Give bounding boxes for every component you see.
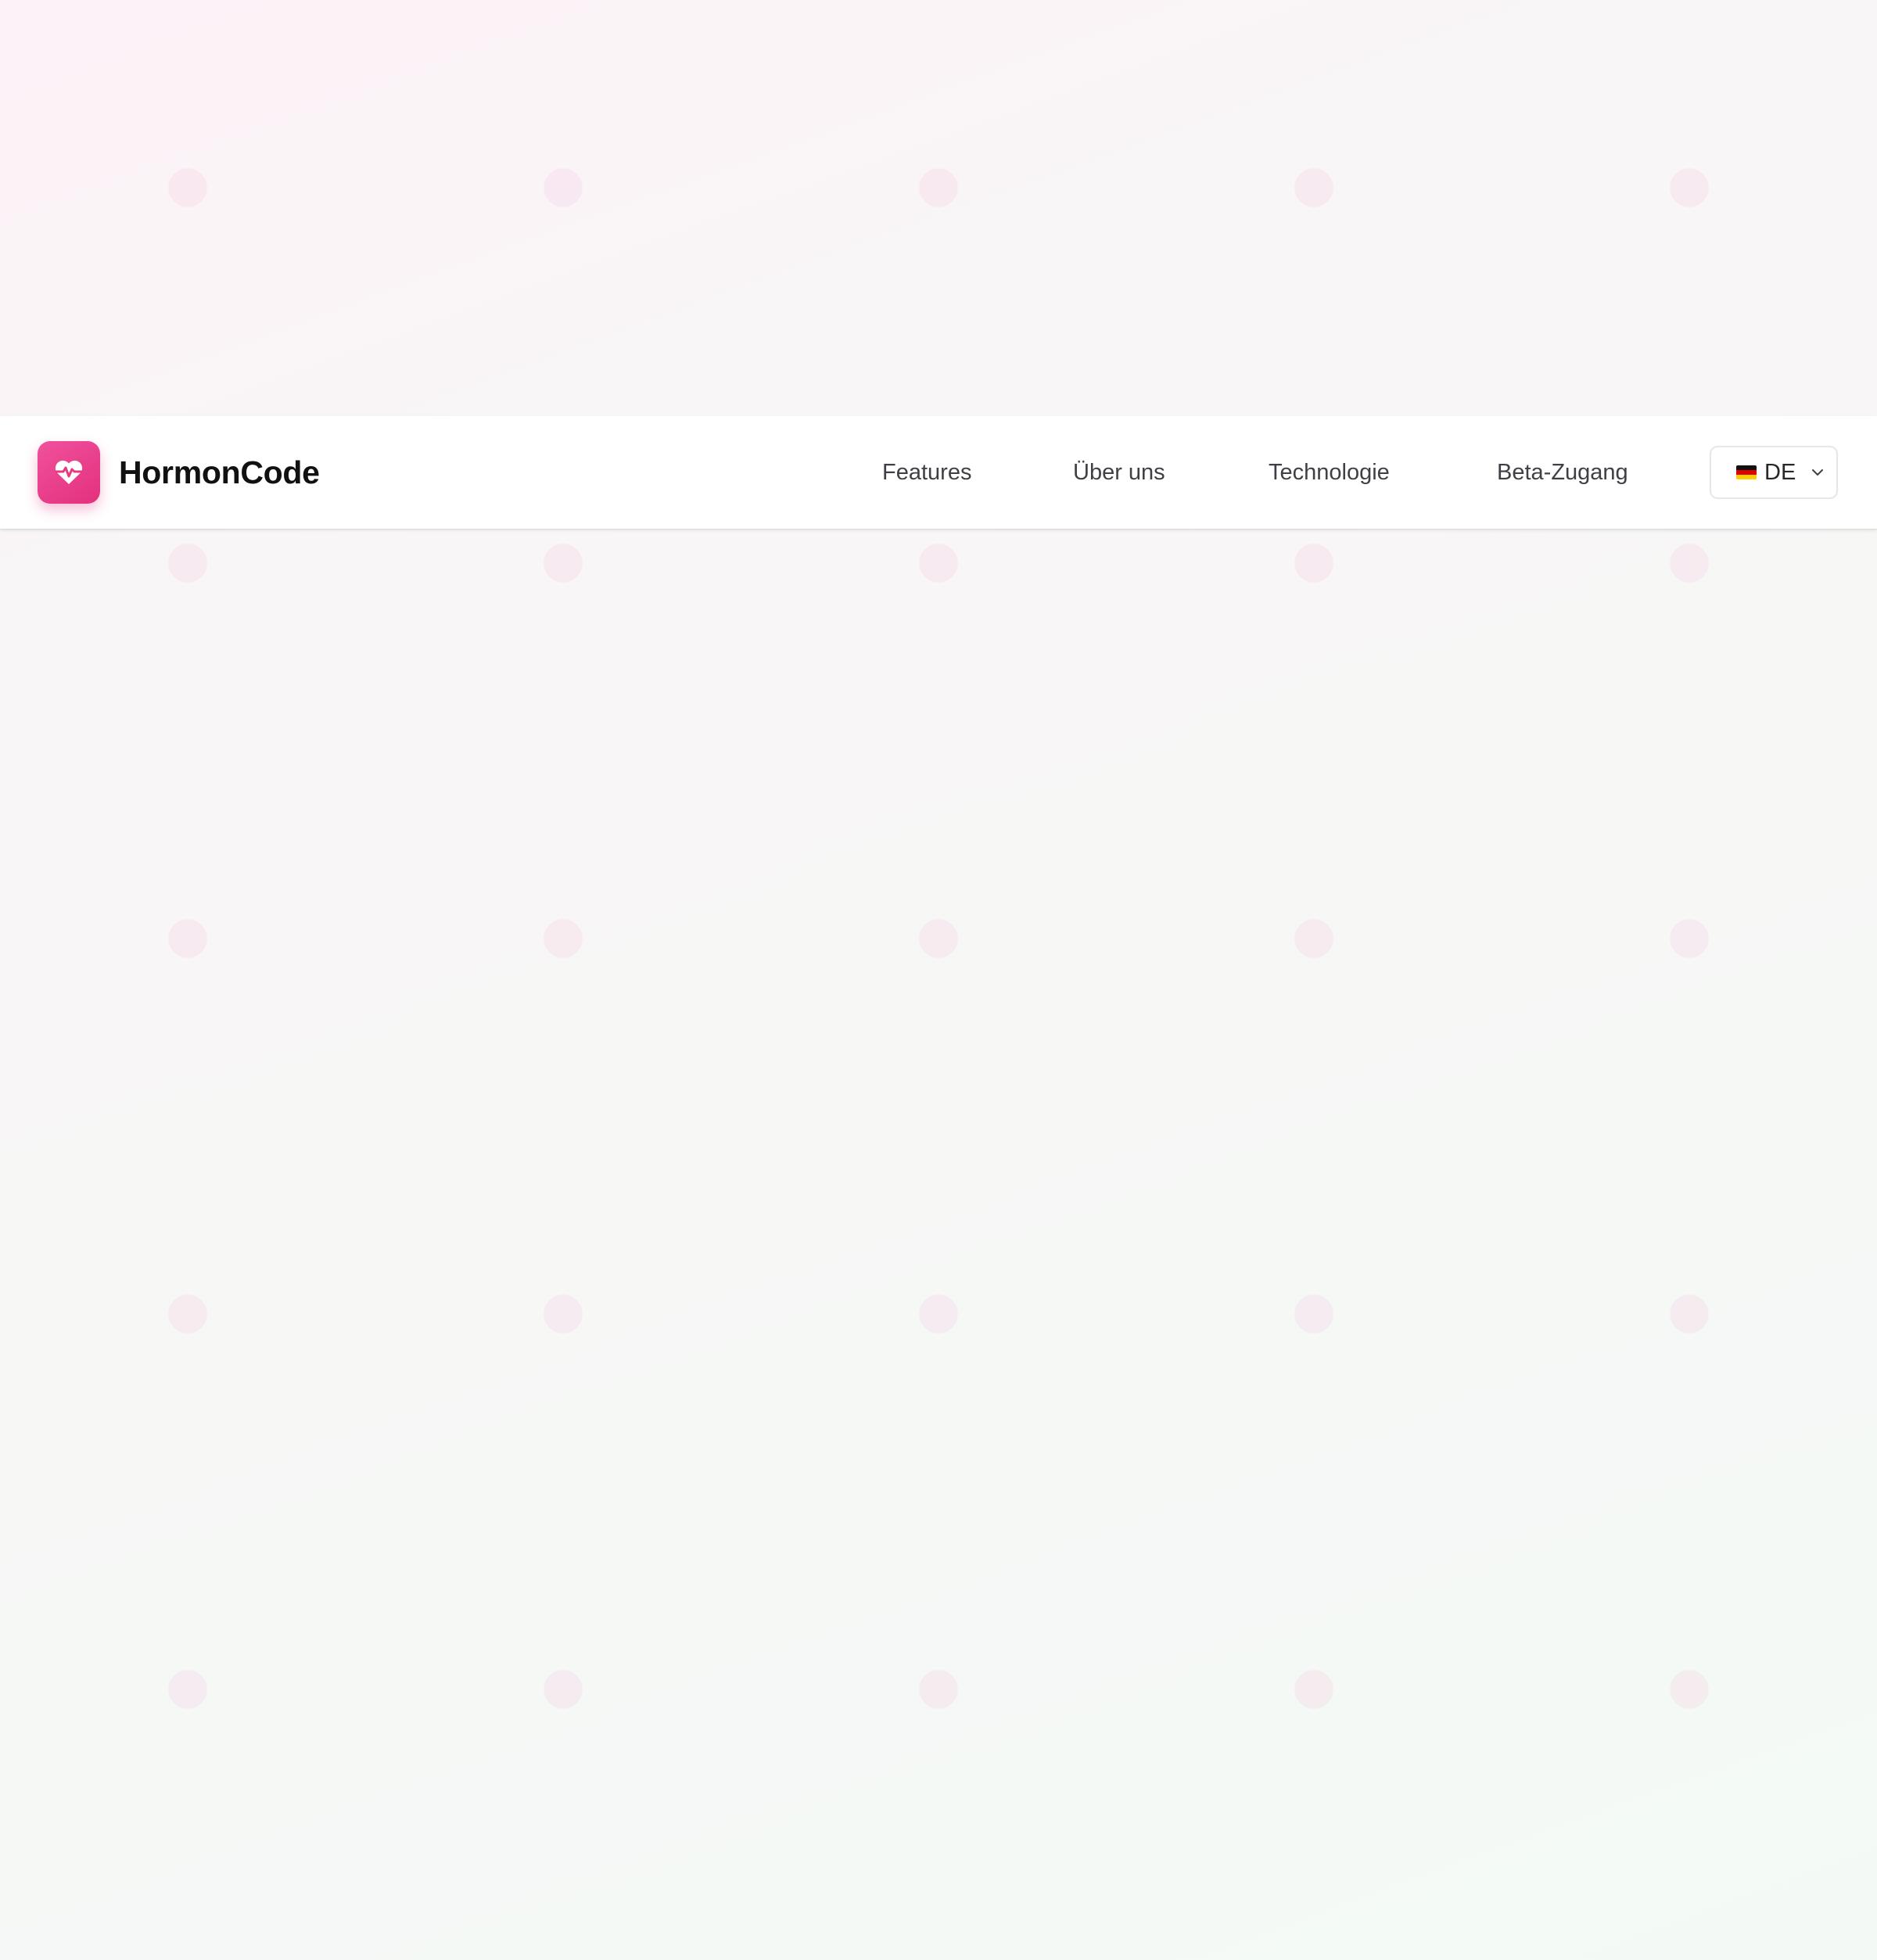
top-navbar: HormonCode Features Über uns Technologie…: [0, 415, 1877, 529]
brand-name: HormonCode: [119, 454, 320, 490]
nav-link-features[interactable]: Features: [882, 454, 971, 491]
nav-link-technologie[interactable]: Technologie: [1269, 454, 1390, 491]
language-select[interactable]: DE: [1710, 446, 1838, 499]
nav-link-beta-zugang[interactable]: Beta-Zugang: [1497, 454, 1628, 491]
german-flag-icon: [1736, 465, 1757, 479]
brand[interactable]: HormonCode: [38, 441, 320, 504]
nav-link-ueber-uns[interactable]: Über uns: [1073, 454, 1165, 491]
background-dot-pattern: [0, 0, 1877, 1960]
language-code: DE: [1764, 459, 1796, 485]
chevron-down-icon: [1812, 469, 1823, 476]
heart-pulse-icon: [38, 441, 100, 504]
